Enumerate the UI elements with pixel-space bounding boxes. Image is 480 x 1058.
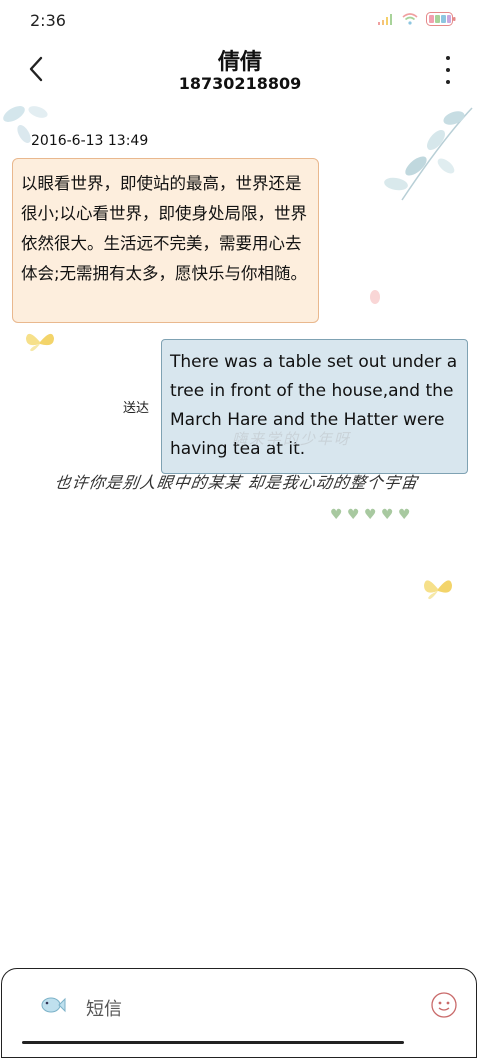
- more-dot-icon: [446, 80, 450, 84]
- petal-decoration-icon: [370, 290, 380, 304]
- leaf-decoration-left-icon: [3, 106, 48, 144]
- status-time: 2:36: [30, 11, 66, 30]
- input-underline: [22, 1041, 404, 1044]
- sms-input[interactable]: 短信: [22, 987, 404, 1044]
- status-icons: [378, 12, 456, 26]
- incoming-message-bubble[interactable]: 以眼看世界，即使站的最高，世界还是很小;以心看世界，即使身处局限，世界依然很大。…: [12, 158, 319, 323]
- fish-icon: [41, 997, 66, 1013]
- butterfly-icon: [424, 580, 452, 600]
- more-options-button[interactable]: [440, 56, 456, 84]
- battery-icon: [426, 12, 456, 26]
- hearts-decoration: ♥ ♥ ♥ ♥ ♥: [330, 507, 411, 523]
- message-composer: 短信: [1, 968, 477, 1058]
- watermark-text: 嗨来学的少年呀: [232, 430, 352, 448]
- more-dot-icon: [446, 56, 450, 60]
- sent-status: 送达: [123, 401, 150, 416]
- message-timestamp: 2016-6-13 13:49: [31, 133, 149, 149]
- butterfly-icon: [26, 333, 54, 352]
- wifi-icon: [402, 13, 418, 25]
- chat-header: 倩倩 18730218809: [0, 40, 480, 102]
- sms-placeholder: 短信: [86, 999, 122, 1020]
- leaf-branch-decoration-icon: [384, 107, 473, 201]
- status-bar: 2:36: [0, 0, 480, 40]
- contact-number: 18730218809: [178, 74, 302, 93]
- more-dot-icon: [446, 68, 450, 72]
- signal-icon: [378, 14, 392, 25]
- motto-text: 也许你是别人眼中的某某 却是我心动的整个宇宙: [53, 473, 420, 492]
- contact-name: 倩倩: [217, 50, 262, 75]
- outgoing-message-bubble[interactable]: There was a table set out under a tree i…: [161, 339, 468, 474]
- emoji-sticker-icon[interactable]: [430, 991, 458, 1019]
